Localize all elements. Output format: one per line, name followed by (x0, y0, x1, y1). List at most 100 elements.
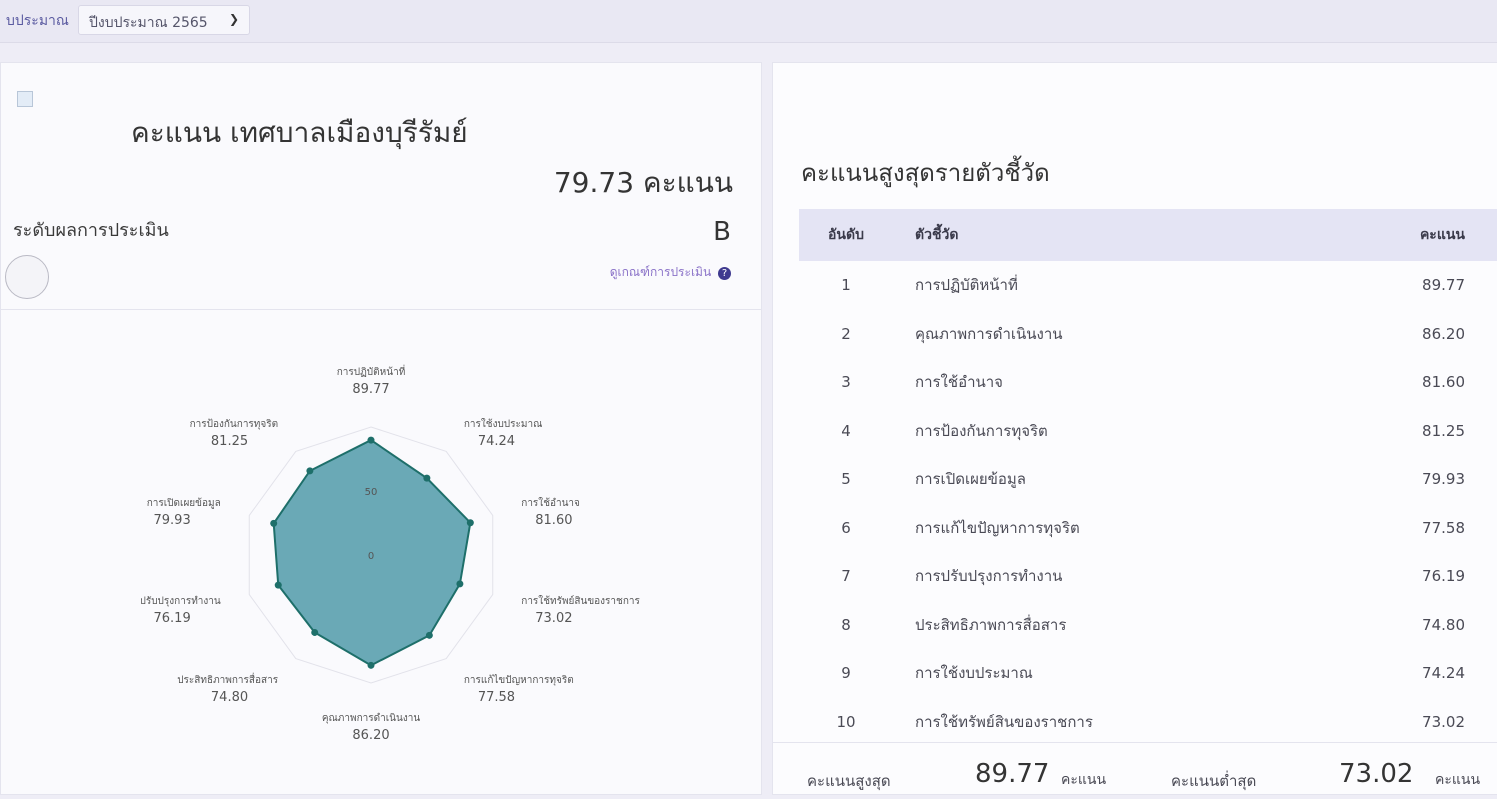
header-rank: อันดับ (799, 209, 893, 261)
radar-point (367, 436, 375, 444)
table-row: 2 คุณภาพการดำเนินงาน 86.20 (799, 310, 1497, 359)
rank-cell: 4 (841, 421, 851, 440)
indicator-cell: การใช้งบประมาณ (915, 664, 1033, 683)
max-score-label: คะแนนสูงสุด (807, 772, 891, 790)
score-cell: 89.77 (1422, 276, 1465, 295)
rank-cell: 9 (841, 664, 851, 683)
grade-value: B (713, 217, 731, 247)
max-score-unit: คะแนน (1061, 772, 1107, 788)
score-cell: 76.19 (1422, 567, 1465, 586)
rank-cell: 8 (841, 615, 851, 634)
radar-axis-value: 73.02 (535, 611, 572, 626)
radar-axis-label: การเปิดเผยข้อมูล (147, 497, 221, 509)
radar-axis-label: การป้องกันการทุจริต (190, 418, 279, 430)
rank-cell: 6 (841, 518, 851, 537)
header-indicator: ตัวชี้วัด (893, 209, 1328, 261)
radar-axis-label: การแก้ไขปัญหาการทุจริต (464, 674, 574, 686)
evaluation-level-label: ระดับผลการประเมิน (13, 220, 169, 241)
radar-point (306, 467, 314, 475)
radar-point (367, 661, 375, 669)
ranking-title: คะแนนสูงสุดรายตัวชี้วัด (801, 159, 1050, 187)
ranking-panel: คะแนนสูงสุดรายตัวชี้วัด อันดับ ตัวชี้วัด… (772, 62, 1497, 795)
score-cell: 79.93 (1422, 470, 1465, 489)
year-select[interactable]: ปีงบประมาณ 2565 ❯ (78, 5, 250, 35)
indicator-cell: การปรับปรุงการทำงาน (915, 567, 1063, 586)
radar-axis-label: การปรับปรุงการทำงาน (141, 596, 221, 607)
min-score-value: 73.02 (1339, 759, 1414, 789)
indicator-cell: การแก้ไขปัญหาการทุจริต (915, 518, 1080, 537)
min-score-label: คะแนนต่ำสุด (1171, 772, 1257, 790)
radar-point (270, 519, 278, 527)
radar-chart: 0 50 การปฏิบัติหน้าที่ 89.77 การใช้งบประมา… (141, 364, 640, 743)
indicator-cell: คุณภาพการดำเนินงาน (915, 324, 1063, 343)
rank-cell: 7 (841, 567, 851, 586)
min-score-unit: คะแนน (1435, 772, 1481, 788)
indicator-cell: การปฏิบัติหน้าที่ (915, 276, 1018, 295)
radar-axis-value: 79.93 (154, 513, 191, 528)
table-row: 10 การใช้ทรัพย์สินของราชการ 73.02 (799, 698, 1497, 747)
year-select-value: ปีงบประมาณ 2565 (89, 15, 208, 31)
indicator-cell: ประสิทธิภาพการสื่อสาร (915, 615, 1067, 634)
help-icon: ? (718, 267, 731, 280)
organization-score-title: คะแนน เทศบาลเมืองบุรีรัมย์ (131, 116, 468, 149)
score-cell: 74.24 (1422, 664, 1465, 683)
radar-axis-value: 81.60 (535, 513, 572, 528)
table-row: 4 การป้องกันการทุจริต 81.25 (799, 407, 1497, 456)
score-summary: คะแนนสูงสุด 89.77 คะแนน คะแนนต่ำสุด 73.0… (773, 759, 1497, 799)
radar-point (466, 519, 474, 527)
table-row: 9 การใช้งบประมาณ 74.24 (799, 649, 1497, 698)
radar-ring-label: 50 (365, 487, 378, 498)
radar-axis-label: การใช้งบประมาณ (464, 418, 543, 430)
radar-point (311, 628, 319, 636)
radar-point (425, 631, 433, 639)
total-score: 79.73 คะแนน (553, 166, 733, 199)
table-row: 3 การใช้อำนาจ 81.60 (799, 358, 1497, 407)
rank-cell: 1 (841, 276, 851, 295)
divider (1, 309, 761, 310)
radar-axis-value: 89.77 (352, 382, 389, 397)
criteria-link[interactable]: ดูเกณฑ์การประเมิน ? (610, 263, 731, 282)
rank-cell: 10 (836, 712, 856, 731)
radar-axis-value: 76.19 (154, 611, 191, 626)
broken-image-icon (17, 91, 33, 107)
rank-cell: 2 (841, 324, 851, 343)
rank-cell: 3 (841, 373, 851, 392)
score-cell: 77.58 (1422, 518, 1465, 537)
criteria-link-text: ดูเกณฑ์การประเมิน (609, 265, 712, 279)
radar-axis-value: 74.80 (211, 690, 248, 705)
indicator-cell: การป้องกันการทุจริต (915, 421, 1048, 440)
max-score-value: 89.77 (975, 759, 1050, 789)
rank-cell: 5 (841, 470, 851, 489)
table-row: 5 การเปิดเผยข้อมูล 79.93 (799, 455, 1497, 504)
grade-badge (5, 255, 49, 299)
divider (773, 742, 1497, 743)
score-cell: 81.25 (1422, 421, 1465, 440)
ranking-table: อันดับ ตัวชี้วัด คะแนน 1 การปฏิบัติหน้าที… (799, 209, 1497, 746)
table-row: 7 การปรับปรุงการทำงาน 76.19 (799, 552, 1497, 601)
score-cell: 74.80 (1422, 615, 1465, 634)
radar-axis-label: การใช้ทรัพย์สินของราชการ (521, 595, 640, 607)
score-cell: 81.60 (1422, 373, 1465, 392)
indicator-cell: การใช้อำนาจ (915, 373, 1003, 392)
score-cell: 73.02 (1422, 712, 1465, 731)
radar-center-label: 0 (368, 551, 374, 562)
radar-axis-value: 86.20 (352, 728, 389, 743)
score-cell: 86.20 (1422, 324, 1465, 343)
indicator-cell: การใช้ทรัพย์สินของราชการ (915, 712, 1093, 731)
header-score: คะแนน (1327, 209, 1497, 261)
radar-axis-label: คุณภาพการดำเนินงาน (322, 713, 421, 724)
radar-axis-label: การใช้อำนาจ (521, 497, 580, 509)
table-row: 6 การแก้ไขปัญหาการทุจริต 77.58 (799, 504, 1497, 553)
radar-axis-value: 77.58 (478, 690, 515, 705)
radar-axis-value: 81.25 (211, 434, 248, 449)
chevron-down-icon: ❯ (228, 12, 239, 26)
table-row: 8 ประสิทธิภาพการสื่อสาร 74.80 (799, 601, 1497, 650)
score-panel: คะแนน เทศบาลเมืองบุรีรัมย์ 79.73 คะแนน ร… (0, 62, 762, 795)
radar-axis-label: การปฏิบัติหน้าที่ (337, 364, 406, 378)
radar-axis-label: ประสิทธิภาพการสื่อสาร (177, 672, 279, 686)
indicator-cell: การเปิดเผยข้อมูล (915, 470, 1026, 489)
radar-axis-value: 74.24 (478, 434, 515, 449)
table-row: 1 การปฏิบัติหน้าที่ 89.77 (799, 261, 1497, 310)
radar-point (274, 581, 282, 589)
radar-point (423, 474, 431, 482)
